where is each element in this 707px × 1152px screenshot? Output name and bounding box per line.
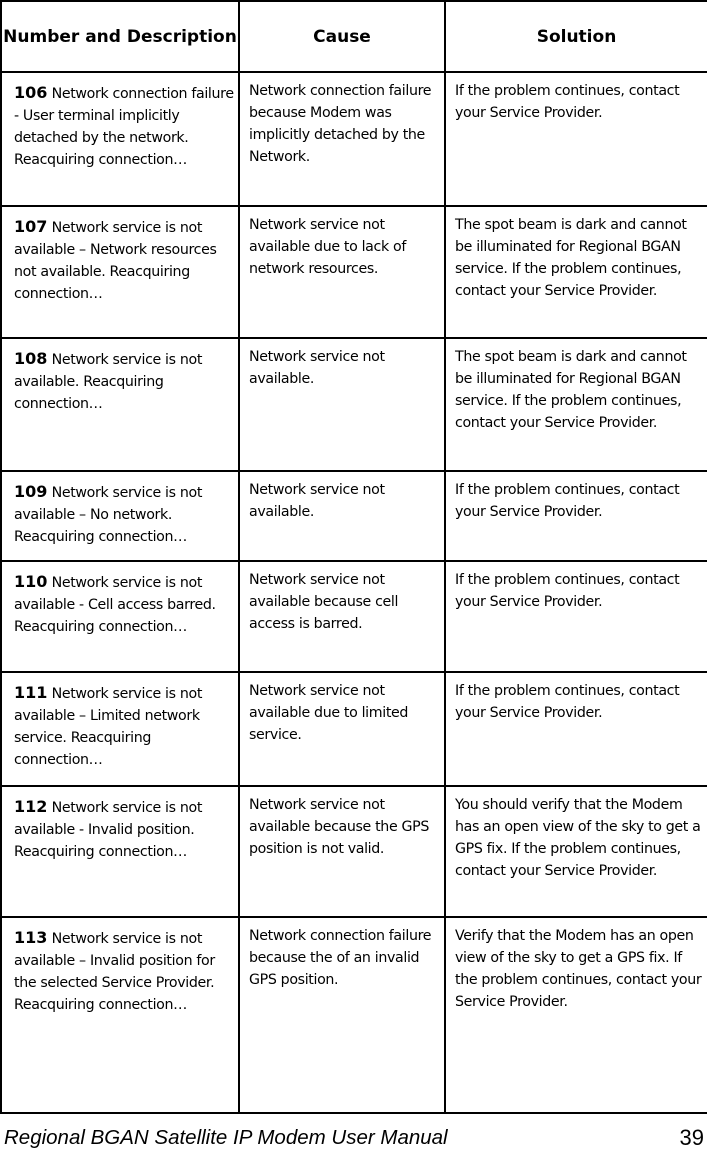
solution-cell: The spot beam is dark and cannot be illu…	[444, 205, 707, 339]
cause-cell: Network service not available because ce…	[238, 560, 446, 673]
cause-text: Network connection failure because the o…	[249, 928, 432, 988]
error-number: 112	[14, 797, 48, 816]
cause-cell: Network service not available due to lim…	[238, 671, 446, 787]
description-cell: 106 Network connection failure - User te…	[0, 71, 240, 207]
solution-cell: Verify that the Modem has an open view o…	[444, 916, 707, 1114]
cause-cell: Network service not available.	[238, 337, 446, 472]
solution-cell: If the problem continues, contact your S…	[444, 71, 707, 207]
cause-text: Network service not available because th…	[249, 797, 429, 857]
error-number: 108	[14, 349, 48, 368]
header-cause: Cause	[238, 0, 446, 73]
solution-text: Verify that the Modem has an open view o…	[455, 928, 702, 1010]
header-solution: Solution	[444, 0, 707, 73]
solution-cell: If the problem continues, contact your S…	[444, 671, 707, 787]
table-row: 113 Network service is not available – I…	[0, 916, 707, 1114]
cause-cell: Network service not available.	[238, 470, 446, 562]
error-number: 106	[14, 83, 48, 102]
solution-cell: You should verify that the Modem has an …	[444, 785, 707, 918]
table-row: 111 Network service is not available – L…	[0, 671, 707, 787]
table-header-row: Number and Description Cause Solution	[0, 0, 707, 73]
cause-text: Network service not available.	[249, 349, 385, 387]
table-row: 110 Network service is not available - C…	[0, 560, 707, 673]
error-number: 110	[14, 572, 48, 591]
page-footer: Regional BGAN Satellite IP Modem User Ma…	[0, 1124, 707, 1152]
solution-text: If the problem continues, contact your S…	[455, 572, 680, 610]
document-title: Regional BGAN Satellite IP Modem User Ma…	[4, 1126, 448, 1149]
cause-cell: Network connection failure because Modem…	[238, 71, 446, 207]
cause-text: Network service not available due to lim…	[249, 683, 409, 743]
cause-cell: Network service not available due to lac…	[238, 205, 446, 339]
solution-cell: The spot beam is dark and cannot be illu…	[444, 337, 707, 472]
error-number: 109	[14, 482, 48, 501]
description-cell: 108 Network service is not available. Re…	[0, 337, 240, 472]
error-code-table: Number and Description Cause Solution 10…	[0, 0, 707, 1114]
table-row: 107 Network service is not available – N…	[0, 205, 707, 339]
table-row: 106 Network connection failure - User te…	[0, 71, 707, 207]
error-description: Network connection failure - User termin…	[14, 86, 234, 168]
cause-text: Network connection failure because Modem…	[249, 83, 432, 165]
cause-text: Network service not available because ce…	[249, 572, 399, 632]
description-cell: 112 Network service is not available - I…	[0, 785, 240, 918]
cause-cell: Network connection failure because the o…	[238, 916, 446, 1114]
solution-text: You should verify that the Modem has an …	[455, 797, 701, 879]
solution-text: If the problem continues, contact your S…	[455, 482, 680, 520]
table-row: 109 Network service is not available – N…	[0, 470, 707, 562]
description-cell: 107 Network service is not available – N…	[0, 205, 240, 339]
description-cell: 113 Network service is not available – I…	[0, 916, 240, 1114]
error-number: 107	[14, 217, 48, 236]
page-number: 39	[679, 1125, 704, 1150]
solution-cell: If the problem continues, contact your S…	[444, 560, 707, 673]
solution-text: The spot beam is dark and cannot be illu…	[455, 217, 687, 299]
solution-text: If the problem continues, contact your S…	[455, 83, 680, 121]
header-number-and-description: Number and Description	[0, 0, 240, 73]
table-row: 108 Network service is not available. Re…	[0, 337, 707, 472]
solution-text: The spot beam is dark and cannot be illu…	[455, 349, 687, 431]
cause-cell: Network service not available because th…	[238, 785, 446, 918]
description-cell: 110 Network service is not available - C…	[0, 560, 240, 673]
error-number: 111	[14, 683, 48, 702]
solution-text: If the problem continues, contact your S…	[455, 683, 680, 721]
description-cell: 111 Network service is not available – L…	[0, 671, 240, 787]
error-number: 113	[14, 928, 48, 947]
description-cell: 109 Network service is not available – N…	[0, 470, 240, 562]
cause-text: Network service not available due to lac…	[249, 217, 406, 277]
solution-cell: If the problem continues, contact your S…	[444, 470, 707, 562]
cause-text: Network service not available.	[249, 482, 385, 520]
table-row: 112 Network service is not available - I…	[0, 785, 707, 918]
